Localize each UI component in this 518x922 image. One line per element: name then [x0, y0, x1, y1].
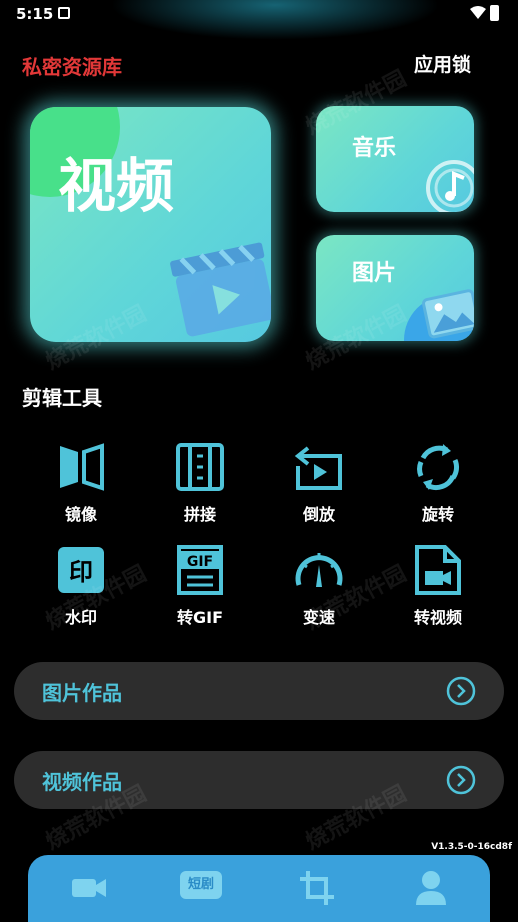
- video-file-icon: [415, 545, 461, 595]
- nav-profile[interactable]: [410, 867, 452, 909]
- clapperboard-icon: [170, 242, 271, 337]
- section-title-editing-tools: 剪辑工具: [22, 386, 102, 410]
- tool-label: 旋转: [421, 505, 454, 524]
- tool-mirror[interactable]: 镜像: [36, 442, 126, 532]
- music-disc-icon: [426, 160, 474, 212]
- notification-app-icon: [58, 7, 70, 19]
- tool-label: 转视频: [413, 608, 462, 627]
- svg-text:GIF: GIF: [187, 554, 213, 570]
- wifi-icon: [470, 6, 486, 19]
- tool-label: 镜像: [64, 505, 97, 524]
- video-works-button[interactable]: 视频作品: [14, 751, 504, 809]
- tool-reverse[interactable]: 倒放: [274, 442, 364, 532]
- mirror-icon: [60, 443, 104, 491]
- rotate-icon: [417, 444, 460, 491]
- image-works-label: 图片作品: [42, 681, 122, 705]
- version-text: V1.3.5-0-16cd8f: [431, 842, 512, 852]
- image-card-label: 图片: [352, 261, 397, 286]
- user-icon: [416, 871, 446, 905]
- tool-label: 转GIF: [176, 608, 224, 627]
- app-lock-button[interactable]: 应用锁: [414, 50, 471, 77]
- reverse-play-icon: [294, 446, 342, 490]
- chevron-right-icon: [446, 676, 476, 706]
- video-camera-icon: [72, 879, 106, 897]
- tool-label: 拼接: [183, 505, 216, 524]
- tool-rotate[interactable]: 旋转: [393, 442, 483, 532]
- crop-icon: [300, 871, 334, 905]
- chevron-right-icon: [446, 765, 476, 795]
- gif-icon: GIF: [177, 545, 223, 595]
- splice-icon: [176, 443, 224, 491]
- nav-short-drama[interactable]: 短剧: [180, 871, 222, 899]
- header-glow: [110, 0, 440, 40]
- tool-label: 倒放: [302, 505, 335, 524]
- status-time: 5:15: [16, 5, 54, 23]
- page-title: 私密资源库: [22, 55, 122, 79]
- tool-gif[interactable]: GIF 转GIF: [155, 545, 245, 635]
- picture-icon: [422, 289, 474, 339]
- nav-video[interactable]: [68, 867, 110, 909]
- video-card-label: 视频: [58, 152, 175, 220]
- bottom-nav: 短剧: [28, 855, 490, 922]
- tool-to-video[interactable]: 转视频: [393, 545, 483, 635]
- video-card[interactable]: 视频: [30, 107, 271, 342]
- music-card-label: 音乐: [352, 136, 397, 161]
- tool-splice[interactable]: 拼接: [155, 442, 245, 532]
- nav-crop[interactable]: [296, 867, 338, 909]
- battery-icon: [490, 5, 499, 21]
- image-works-button[interactable]: 图片作品: [14, 662, 504, 720]
